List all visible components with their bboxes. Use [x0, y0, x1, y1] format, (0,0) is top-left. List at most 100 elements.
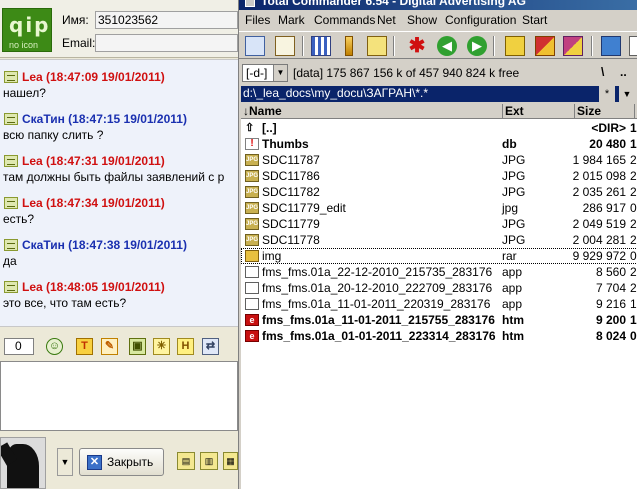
color-icon[interactable]: ✎: [101, 338, 118, 355]
file-size: 2 035 261: [572, 185, 626, 199]
file-row[interactable]: fms_fms.01a_11-01-2011_220319_283176 app 9…: [241, 296, 637, 312]
history-button[interactable]: *: [599, 86, 615, 102]
folder-tree-icon[interactable]: [367, 36, 387, 56]
file-size: 7 704: [595, 281, 626, 295]
htm-file-icon: e: [245, 314, 259, 326]
file-row[interactable]: JPG SDC11779_edit jpg 286 917 0: [241, 200, 637, 216]
file-row[interactable]: ⇧ [..] <DIR> 1: [241, 120, 637, 136]
copy-icon[interactable]: [629, 36, 637, 56]
name-field[interactable]: 351023562: [95, 11, 238, 29]
file-date: 0: [630, 329, 637, 343]
toolbar-separator: [493, 36, 495, 56]
menu-net[interactable]: Net: [377, 13, 396, 27]
file-size: 2 049 519: [572, 217, 626, 231]
back-icon[interactable]: ◀: [437, 36, 457, 56]
history-log-icon[interactable]: ▤: [177, 452, 195, 470]
paste-icon[interactable]: ✳: [153, 338, 170, 355]
drive-label: [-d-]: [246, 66, 268, 80]
file-row[interactable]: img rar 9 929 972 0: [241, 248, 637, 264]
translit-icon[interactable]: ⇄: [202, 338, 219, 355]
file-name: fms_fms.01a_11-01-2011_215755_283176: [262, 313, 495, 327]
history-icon[interactable]: H: [177, 338, 194, 355]
compare-icon[interactable]: [563, 36, 583, 56]
chat-toolbar: 0 ☺ T ✎ ▣ ✳ H ⇄: [0, 332, 238, 360]
file-name: [..]: [262, 121, 277, 135]
file-list: ⇧ [..] <DIR> 1 ! Thumbs db 20 480 1 JPG SDC11787 JP…: [241, 119, 637, 489]
doc-file-icon: [245, 282, 259, 294]
toolbar: ✱ ◀ ▶: [239, 31, 637, 59]
jpg-file-icon: JPG: [245, 154, 259, 166]
file-name: SDC11779_edit: [262, 201, 346, 215]
column-ext[interactable]: Ext: [503, 104, 575, 119]
pack-icon[interactable]: [505, 36, 525, 56]
unpack-icon[interactable]: [535, 36, 555, 56]
chevron-down-icon[interactable]: ▼: [57, 448, 73, 476]
file-row[interactable]: e fms_fms.01a_01-01-2011_223314_283176 htm…: [241, 328, 637, 344]
file-row[interactable]: JPG SDC11779 JPG 2 049 519 2: [241, 216, 637, 232]
file-row[interactable]: JPG SDC11786 JPG 2 015 098 2: [241, 168, 637, 184]
forward-icon[interactable]: ▶: [467, 36, 487, 56]
file-date: 1: [630, 297, 637, 311]
up-file-icon: ⇧: [245, 122, 255, 134]
close-button[interactable]: ✕ Закрыть: [79, 448, 164, 476]
message-input[interactable]: [0, 361, 238, 431]
brief-view-icon[interactable]: [311, 36, 331, 56]
menu-configuration[interactable]: Configuration: [445, 13, 516, 27]
parent-dir-button[interactable]: ..: [620, 65, 634, 79]
file-date: 2: [630, 153, 637, 167]
file-name: fms_fms.01a_22-12-2010_215735_283176: [262, 265, 493, 279]
file-size: <DIR>: [591, 121, 626, 135]
message-text: всю папку слить ?: [3, 128, 104, 142]
file-size: 9 929 972: [572, 249, 626, 263]
email-field[interactable]: [95, 34, 238, 52]
file-row[interactable]: fms_fms.01a_20-12-2010_222709_283176 app 7…: [241, 280, 637, 296]
root-button[interactable]: \: [601, 65, 613, 79]
chat-bottom-bar: ▼ ✕ Закрыть ▤ ▥ ▦: [0, 432, 238, 489]
menu-files[interactable]: Files: [245, 13, 270, 27]
list-view-icon[interactable]: [275, 36, 295, 56]
refresh-icon[interactable]: [245, 36, 265, 56]
file-size: 20 480: [589, 137, 626, 151]
asterisk-icon[interactable]: ✱: [407, 36, 427, 56]
avatar: [0, 437, 46, 489]
file-name: Thumbs: [262, 137, 309, 151]
info-icon[interactable]: ▦: [223, 452, 238, 470]
chevron-down-icon[interactable]: ▼: [619, 86, 635, 102]
menu-mark[interactable]: Mark: [278, 13, 305, 27]
drive-select[interactable]: [-d-] ▼: [242, 64, 288, 82]
jpg-file-icon: JPG: [245, 234, 259, 246]
menu-start[interactable]: Start: [522, 13, 547, 27]
tree-view-icon[interactable]: [345, 36, 353, 56]
file-row[interactable]: e fms_fms.01a_11-01-2011_215755_283176 htm…: [241, 312, 637, 328]
doc-file-icon: [245, 298, 259, 310]
notes-icon[interactable]: ▥: [200, 452, 218, 470]
file-name: fms_fms.01a_20-12-2010_222709_283176: [262, 281, 493, 295]
file-row[interactable]: JPG SDC11778 JPG 2 004 281 2: [241, 232, 637, 248]
file-size: 9 216: [595, 297, 626, 311]
file-row[interactable]: fms_fms.01a_22-12-2010_215735_283176 app 8…: [241, 264, 637, 280]
file-row[interactable]: JPG SDC11782 JPG 2 035 261 2: [241, 184, 637, 200]
column-name[interactable]: ↓Name: [241, 104, 503, 119]
file-row[interactable]: JPG SDC11787 JPG 1 984 165 2: [241, 152, 637, 168]
file-row[interactable]: ! Thumbs db 20 480 1: [241, 136, 637, 152]
menu-show[interactable]: Show: [407, 13, 437, 27]
message-text: есть?: [3, 212, 35, 226]
close-button-label: Закрыть: [107, 455, 154, 469]
file-date: 2: [630, 185, 637, 199]
save-icon[interactable]: ▣: [129, 338, 146, 355]
message-text: да: [3, 254, 17, 268]
font-icon[interactable]: T: [76, 338, 93, 355]
db-file-icon: !: [245, 138, 259, 150]
notepad-icon[interactable]: [601, 36, 621, 56]
contact-header: qip no icon Имя: 351023562 Email:: [0, 0, 238, 58]
smiley-icon[interactable]: ☺: [46, 338, 63, 355]
file-name: SDC11786: [262, 169, 320, 183]
file-size: 2 004 281: [572, 233, 626, 247]
column-size[interactable]: Size: [575, 104, 635, 119]
file-size: 8 024: [595, 329, 626, 343]
qip-logo: qip no icon: [2, 8, 52, 52]
name-label: Имя:: [62, 13, 89, 27]
logo-caption: no icon: [9, 40, 39, 50]
menu-commands[interactable]: Commands: [314, 13, 375, 27]
chat-log[interactable]: Lea (18:47:09 19/01/2011) нашел? СкаТин (1…: [0, 59, 238, 327]
